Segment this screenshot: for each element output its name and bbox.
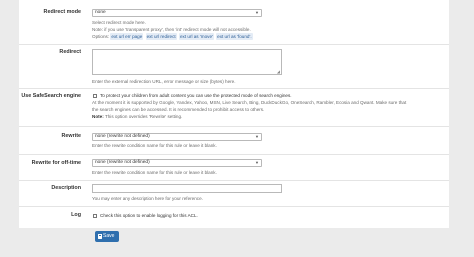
save-disk-icon [98,234,102,239]
description-input[interactable] [92,184,282,193]
safesearch-label: Use SafeSearch engine [21,93,81,99]
resize-grip-icon[interactable]: ◢ [277,69,280,74]
row-redirect: Redirect ◢ Enter the external redirectio… [19,44,449,89]
rewrite-offtime-value: none (rewrite not defined) [95,160,150,165]
log-label: Log [71,212,81,218]
row-rewrite-offtime: Rewrite for off-time none (rewrite not d… [19,154,449,181]
option-chip: ext url as 'found'. [216,33,253,40]
row-log: Log Check this option to enable logging … [19,206,449,228]
option-chip: ext url err page [110,33,144,40]
redirect-help: Enter the external redirection URL, erro… [92,79,236,84]
redirect-mode-label: Redirect mode [43,9,81,15]
note-label: Note: [92,114,104,119]
log-checkbox-text: Check this option to enable logging for … [100,213,198,218]
redirect-mode-select[interactable]: none ▼ [92,9,262,17]
row-safesearch: Use SafeSearch engine To protect your ch… [19,88,449,127]
chevron-down-icon: ▼ [255,160,259,165]
chevron-down-icon: ▼ [255,10,259,15]
save-button[interactable]: Save [95,231,119,242]
log-checkbox[interactable] [93,214,97,218]
rewrite-help: Enter the rewrite condition name for thi… [92,143,217,148]
rewrite-offtime-help: Enter the rewrite condition name for thi… [92,170,217,175]
rewrite-offtime-label: Rewrite for off-time [31,160,81,166]
save-button-label: Save [103,233,115,239]
redirect-mode-options: Options: ext url err page ext url redire… [92,33,254,40]
safesearch-help-2: the search engines can be accessed. It i… [92,107,265,112]
safesearch-checkbox-text: To protect your children from adult cont… [100,93,292,98]
options-label: Options: [92,34,110,39]
note-text: This option overrides 'Rewrite' setting. [103,114,183,119]
rewrite-offtime-select[interactable]: none (rewrite not defined) ▼ [92,159,262,167]
redirect-mode-help-1: Select redirect mode here. [92,20,146,25]
safesearch-checkbox[interactable] [93,94,97,98]
description-help: You may enter any description here for y… [92,196,203,201]
option-chip: ext url redirect [145,33,177,40]
row-description: Description You may enter any descriptio… [19,180,449,207]
row-rewrite: Rewrite none (rewrite not defined) ▼ Ent… [19,126,449,155]
settings-panel: Redirect mode none ▼ Select redirect mod… [19,0,449,228]
safesearch-note: Note: This option overrides 'Rewrite' se… [92,113,182,120]
redirect-label: Redirect [59,49,81,55]
rewrite-label: Rewrite [61,133,81,139]
safesearch-help-1: At the moment it is supported by Google,… [92,100,407,105]
redirect-mode-value: none [95,10,106,15]
option-chip: ext url as 'move' [178,33,214,40]
chevron-down-icon: ▼ [255,134,259,139]
redirect-textarea[interactable]: ◢ [92,49,282,75]
rewrite-value: none (rewrite not defined) [95,134,150,139]
row-redirect-mode: Redirect mode none ▼ Select redirect mod… [19,0,449,45]
rewrite-select[interactable]: none (rewrite not defined) ▼ [92,133,262,141]
description-label: Description [51,185,81,191]
redirect-mode-help-2: Note: if you use 'transparent proxy', th… [92,27,251,32]
